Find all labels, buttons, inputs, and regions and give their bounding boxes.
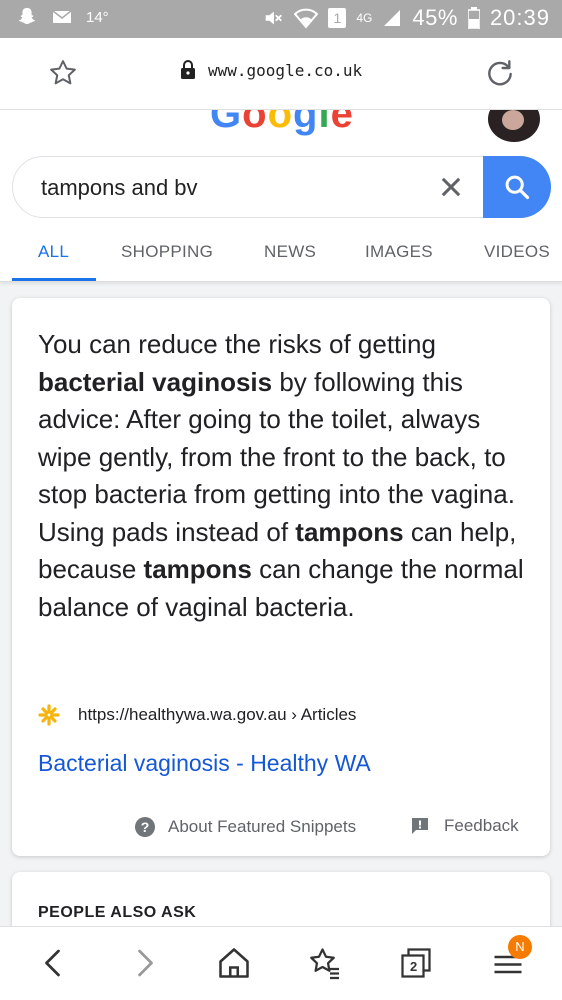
search-button[interactable] bbox=[483, 156, 551, 218]
url-field[interactable]: www.google.co.uk bbox=[180, 60, 362, 80]
notification-badge[interactable]: N bbox=[508, 935, 532, 959]
forward-icon[interactable] bbox=[126, 945, 162, 981]
tab-news[interactable]: NEWS bbox=[264, 242, 316, 262]
tab-images[interactable]: IMAGES bbox=[365, 242, 433, 262]
people-also-ask-heading: PEOPLE ALSO ASK bbox=[38, 904, 197, 921]
browser-screen: 14° 1 4G 45% 20:39 www.google.co.uk Goog… bbox=[0, 0, 562, 1000]
google-logo[interactable]: Google bbox=[210, 110, 354, 137]
bottom-nav: 2 N bbox=[0, 926, 562, 1000]
about-label: About Featured Snippets bbox=[168, 817, 357, 836]
tab-count: 2 bbox=[410, 959, 418, 974]
sim-indicator: 1 bbox=[328, 8, 347, 28]
battery-icon bbox=[467, 7, 480, 29]
source-row[interactable]: https://healthywa.wa.gov.au › Articles bbox=[36, 702, 356, 728]
active-tab-indicator bbox=[12, 278, 96, 281]
feedback-label: Feedback bbox=[444, 816, 519, 835]
status-bar: 14° 1 4G 45% 20:39 bbox=[0, 0, 562, 38]
tab-videos[interactable]: VIDEOS bbox=[484, 242, 550, 262]
search-icon bbox=[505, 175, 530, 200]
avatar[interactable] bbox=[488, 110, 540, 142]
snapchat-icon bbox=[18, 7, 36, 25]
home-icon[interactable] bbox=[216, 945, 252, 981]
google-header: Google bbox=[0, 110, 562, 150]
reload-icon[interactable] bbox=[484, 58, 516, 90]
snippet-highlight: tampons bbox=[295, 516, 404, 547]
tabs-button[interactable]: 2 bbox=[398, 945, 434, 981]
wifi-icon bbox=[294, 8, 319, 29]
temperature: 14° bbox=[86, 8, 109, 26]
battery-percent: 45% bbox=[412, 5, 458, 30]
network-type: 4G bbox=[356, 11, 373, 25]
snippet-text: You can reduce the risks of getting bact… bbox=[38, 326, 530, 626]
lock-icon bbox=[181, 60, 195, 79]
snippet-highlight: bacterial vaginosis bbox=[38, 366, 273, 397]
feedback-button[interactable]: Feedback bbox=[410, 816, 519, 836]
about-featured-snippets[interactable]: ? About Featured Snippets bbox=[134, 816, 356, 838]
bookmarks-icon[interactable] bbox=[306, 945, 342, 981]
bookmark-star-icon[interactable] bbox=[48, 58, 78, 88]
url-text: www.google.co.uk bbox=[208, 60, 363, 80]
tab-shopping[interactable]: SHOPPING bbox=[121, 242, 213, 262]
snippet-text-part: You can reduce the risks of getting bbox=[38, 329, 436, 359]
feedback-icon bbox=[412, 818, 428, 834]
search-input[interactable]: tampons and bv bbox=[41, 175, 198, 201]
search-box[interactable]: tampons and bv bbox=[12, 156, 551, 218]
back-icon[interactable] bbox=[36, 945, 72, 981]
search-area: tampons and bv bbox=[0, 150, 562, 230]
featured-snippet-card: You can reduce the risks of getting bact… bbox=[12, 298, 550, 856]
mail-icon bbox=[52, 10, 72, 23]
clear-icon[interactable] bbox=[437, 173, 465, 201]
snippet-highlight: tampons bbox=[143, 554, 252, 584]
result-title-link[interactable]: Bacterial vaginosis - Healthy WA bbox=[38, 750, 371, 777]
source-url: https://healthywa.wa.gov.au › Articles bbox=[78, 705, 357, 724]
tab-all[interactable]: ALL bbox=[38, 242, 69, 262]
search-tabs: ALL SHOPPING NEWS IMAGES VIDEOS bbox=[0, 230, 562, 282]
address-bar: www.google.co.uk bbox=[0, 38, 562, 110]
clock: 20:39 bbox=[489, 5, 550, 30]
site-favicon-icon bbox=[38, 704, 60, 726]
help-icon: ? bbox=[135, 817, 155, 837]
svg-text:?: ? bbox=[141, 819, 150, 835]
mute-icon bbox=[266, 11, 283, 25]
signal-icon bbox=[384, 10, 401, 26]
